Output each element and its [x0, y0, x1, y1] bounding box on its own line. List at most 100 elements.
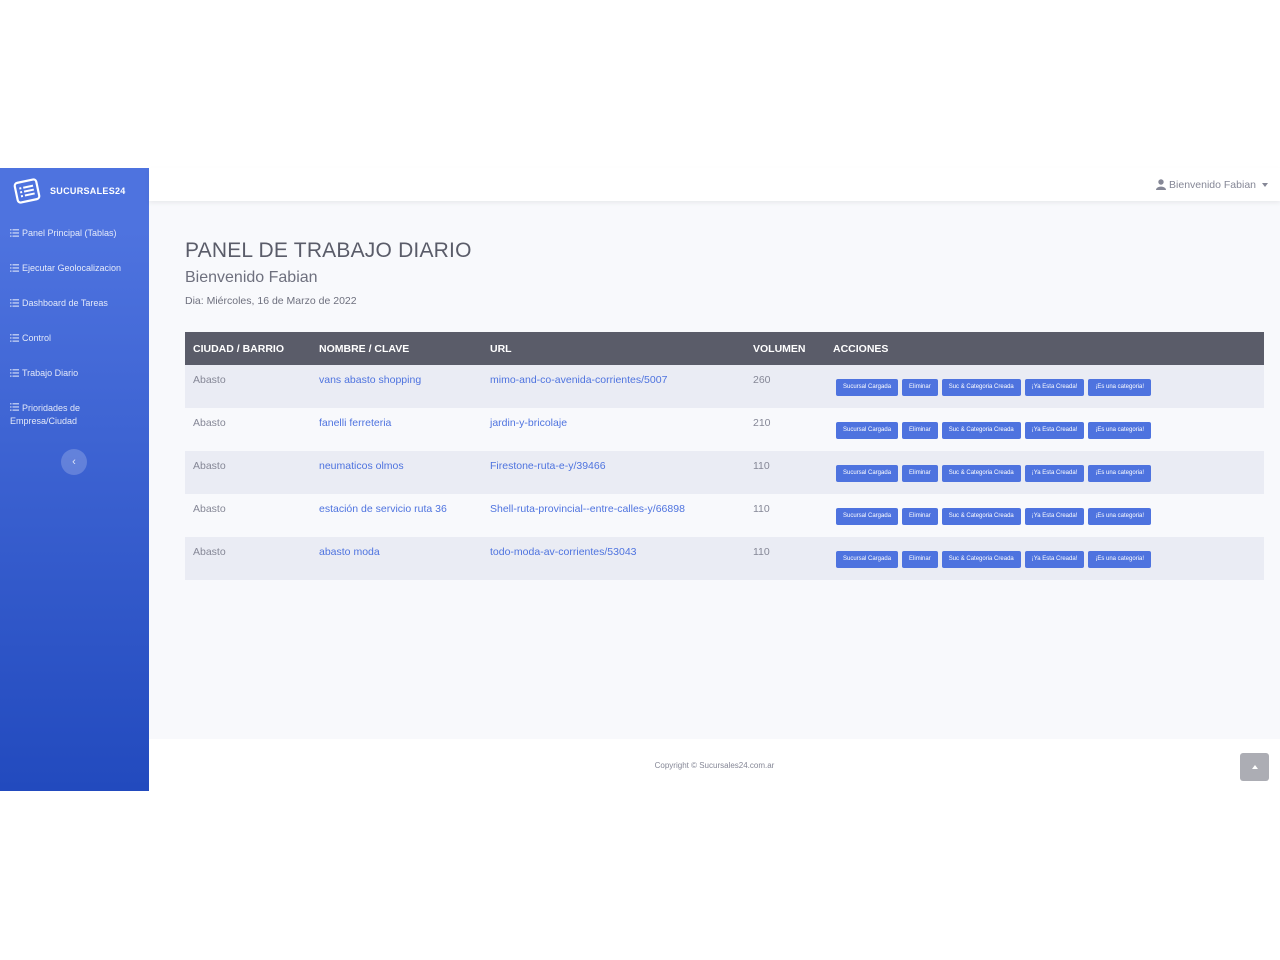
table-row: Abasto estación de servicio ruta 36 Shell-… [185, 494, 1264, 537]
sucursal-cargada-button[interactable]: Sucursal Cargada [836, 379, 899, 396]
sidebar-item-panel-principal[interactable]: Panel Principal (Tablas) [0, 227, 149, 262]
copyright-text: Copyright © Sucursales24.com.ar [654, 760, 775, 770]
sidebar-item-label: Ejecutar Geolocalizacion [22, 263, 122, 273]
eliminar-button[interactable]: Eliminar [902, 422, 938, 439]
cell-volume: 110 [745, 451, 825, 494]
cell-volume: 260 [745, 365, 825, 408]
sidebar-nav: Panel Principal (Tablas) Ejecutar Geoloc… [0, 214, 149, 456]
caret-down-icon [1262, 182, 1268, 187]
cell-name: vans abasto shopping [311, 365, 482, 408]
table-row: Abasto vans abasto shopping mimo-and-co-av… [185, 365, 1264, 408]
es-una-categoria-button[interactable]: ¡Es una categoria! [1088, 422, 1152, 439]
ya-esta-creada-button[interactable]: ¡Ya Esta Creada! [1024, 508, 1085, 525]
user-dropdown[interactable]: Bienvenido Fabian [1156, 179, 1268, 191]
table-header-row: CIUDAD / BARRIO NOMBRE / CLAVE URL VOLUM… [185, 332, 1264, 365]
es-una-categoria-button[interactable]: ¡Es una categoria! [1088, 465, 1152, 482]
sucursal-cargada-button[interactable]: Sucursal Cargada [836, 422, 899, 439]
chevron-left-icon: ‹ [72, 456, 76, 468]
sidebar-item-geolocalizacion[interactable]: Ejecutar Geolocalizacion [0, 262, 149, 297]
user-icon [1156, 179, 1167, 190]
cell-url-link[interactable]: mimo-and-co-avenida-corrientes/5007 [490, 374, 667, 386]
cell-city-text: Abasto [193, 460, 226, 472]
suc-categoria-creada-button[interactable]: Suc & Categoria Creada [941, 508, 1021, 525]
app-shell: SUCURSALES24 Panel Principal (Tablas) Ej… [0, 168, 1280, 791]
cell-url: Firestone-ruta-e-y/39466 [482, 451, 745, 494]
es-una-categoria-button[interactable]: ¡Es una categoria! [1088, 551, 1152, 568]
user-label: Bienvenido Fabian [1169, 178, 1256, 191]
table-body: Abasto vans abasto shopping mimo-and-co-av… [185, 365, 1264, 580]
scroll-to-top-button[interactable] [1240, 753, 1269, 781]
ya-esta-creada-button[interactable]: ¡Ya Esta Creada! [1024, 551, 1085, 568]
eliminar-button[interactable]: Eliminar [902, 465, 938, 482]
cell-city: Abasto [185, 537, 311, 580]
list-icon [10, 334, 19, 342]
cell-url-link[interactable]: todo-moda-av-corrientes/53043 [490, 546, 637, 558]
es-una-categoria-button[interactable]: ¡Es una categoria! [1088, 379, 1152, 396]
sidebar-item-label: Control [22, 333, 52, 343]
column-header-url: URL [490, 342, 512, 355]
list-icon [10, 403, 19, 411]
cell-url-link[interactable]: jardin-y-bricolaje [490, 417, 567, 429]
cell-name: abasto moda [311, 537, 482, 580]
cell-city-text: Abasto [193, 546, 226, 558]
column-header-volume: VOLUMEN [753, 342, 806, 355]
cell-name-link[interactable]: vans abasto shopping [319, 374, 421, 386]
eliminar-button[interactable]: Eliminar [902, 379, 938, 396]
column-header-actions: ACCIONES [833, 342, 889, 355]
sidebar-toggle-button[interactable]: ‹ [61, 449, 87, 475]
table-row: Abasto neumaticos olmos Firestone-ruta-e-y… [185, 451, 1264, 494]
brand[interactable]: SUCURSALES24 [0, 168, 149, 214]
footer: Copyright © Sucursales24.com.ar [149, 739, 1280, 791]
cell-city: Abasto [185, 408, 311, 451]
cell-name-link[interactable]: fanelli ferreteria [319, 417, 391, 429]
sidebar-item-text: Prioridades de Empresa/Ciudad [10, 403, 81, 426]
es-una-categoria-button[interactable]: ¡Es una categoria! [1088, 508, 1152, 525]
table-row: Abasto fanelli ferreteria jardin-y-bricola… [185, 408, 1264, 451]
sidebar-item-trabajo-diario[interactable]: Trabajo Diario [0, 367, 149, 402]
cell-url: jardin-y-bricolaje [482, 408, 745, 451]
page-subtitle: Bienvenido Fabian [185, 269, 318, 286]
suc-categoria-creada-button[interactable]: Suc & Categoria Creada [941, 551, 1021, 568]
suc-categoria-creada-button[interactable]: Suc & Categoria Creada [941, 422, 1021, 439]
eliminar-button[interactable]: Eliminar [902, 508, 938, 525]
suc-categoria-creada-button[interactable]: Suc & Categoria Creada [941, 465, 1021, 482]
cell-name: fanelli ferreteria [311, 408, 482, 451]
list-icon [10, 299, 19, 307]
column-header-city: CIUDAD / BARRIO [193, 342, 284, 355]
sidebar-item-label: Trabajo Diario [22, 368, 79, 378]
cell-name-link[interactable]: abasto moda [319, 546, 380, 558]
suc-categoria-creada-button[interactable]: Suc & Categoria Creada [941, 379, 1021, 396]
sidebar-item-prioridades[interactable]: Prioridades de Empresa/Ciudad [0, 402, 149, 456]
cell-volume-text: 110 [753, 503, 770, 515]
cell-volume-text: 110 [753, 546, 770, 558]
list-icon [10, 264, 19, 272]
cell-city-text: Abasto [193, 417, 226, 429]
cell-name-link[interactable]: estación de servicio ruta 36 [319, 503, 447, 515]
sidebar-item-label: Panel Principal (Tablas) [22, 228, 117, 238]
cell-url-link[interactable]: Firestone-ruta-e-y/39466 [490, 460, 606, 472]
page-title: PANEL DE TRABAJO DIARIO [185, 239, 472, 262]
sidebar-item-label: Prioridades de Empresa/Ciudad [10, 402, 139, 428]
sucursal-cargada-button[interactable]: Sucursal Cargada [836, 465, 899, 482]
cell-city-text: Abasto [193, 503, 226, 515]
cell-url-link[interactable]: Shell-ruta-provincial--entre-calles-y/66… [490, 503, 685, 515]
sucursal-cargada-button[interactable]: Sucursal Cargada [836, 508, 899, 525]
cell-name-link[interactable]: neumaticos olmos [319, 460, 404, 472]
ya-esta-creada-button[interactable]: ¡Ya Esta Creada! [1024, 379, 1085, 396]
sidebar-item-dashboard-tareas[interactable]: Dashboard de Tareas [0, 297, 149, 332]
sucursal-cargada-button[interactable]: Sucursal Cargada [836, 551, 899, 568]
sidebar-item-control[interactable]: Control [0, 332, 149, 367]
cell-volume: 210 [745, 408, 825, 451]
cell-city: Abasto [185, 365, 311, 408]
sidebar: SUCURSALES24 Panel Principal (Tablas) Ej… [0, 168, 149, 791]
ya-esta-creada-button[interactable]: ¡Ya Esta Creada! [1024, 422, 1085, 439]
page-date: Dia: Miércoles, 16 de Marzo de 2022 [185, 295, 357, 307]
cell-url: mimo-and-co-avenida-corrientes/5007 [482, 365, 745, 408]
eliminar-button[interactable]: Eliminar [902, 551, 938, 568]
cell-url: Shell-ruta-provincial--entre-calles-y/66… [482, 494, 745, 537]
list-alt-icon [13, 178, 41, 204]
cell-actions: Sucursal Cargada Eliminar Suc & Categoria … [825, 365, 1264, 408]
column-header-name: NOMBRE / CLAVE [319, 342, 410, 355]
ya-esta-creada-button[interactable]: ¡Ya Esta Creada! [1024, 465, 1085, 482]
cell-volume-text: 260 [753, 374, 771, 386]
